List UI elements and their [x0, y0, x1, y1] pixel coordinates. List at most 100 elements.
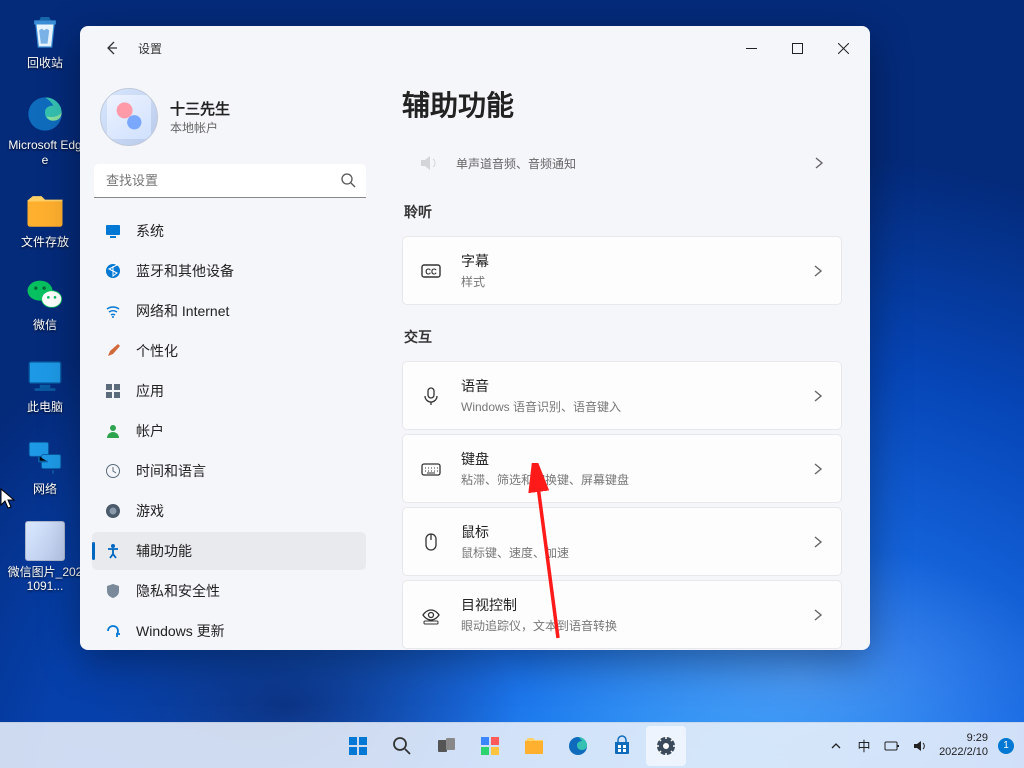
chevron-right-icon	[811, 264, 825, 278]
card-keyboard[interactable]: 键盘粘滞、筛选和切换键、屏幕键盘	[402, 434, 842, 503]
settings-taskbar-button[interactable]	[646, 726, 686, 766]
network-tray-icon[interactable]	[883, 737, 901, 755]
chevron-right-icon	[811, 462, 825, 476]
desktop-icon-label: 文件存放	[21, 235, 69, 249]
maximize-icon	[792, 43, 803, 54]
accessibility-icon	[104, 542, 122, 560]
chevron-right-icon	[811, 535, 825, 549]
ime-indicator[interactable]: 中	[855, 737, 873, 755]
card-sub: Windows 语音识别、语音键入	[461, 398, 793, 415]
desktop-icon-this-pc[interactable]: 此电脑	[0, 350, 90, 418]
network-icon	[23, 436, 67, 480]
desktop-icon-network[interactable]: 网络	[0, 432, 90, 500]
desktop-icon-label: 微信图片_2021091...	[6, 565, 84, 594]
card-speech[interactable]: 语音Windows 语音识别、语音键入	[402, 361, 842, 430]
store-button[interactable]	[602, 726, 642, 766]
apps-icon	[104, 382, 122, 400]
nav-item-bluetooth[interactable]: 蓝牙和其他设备	[92, 252, 366, 290]
settings-sidebar: 十三先生 本地帐户 系统 蓝牙和其他设备 网络和 Internet 个性化 应用…	[80, 70, 380, 650]
nav-item-privacy[interactable]: 隐私和安全性	[92, 572, 366, 610]
card-title: 键盘	[461, 449, 793, 469]
desktop-icon-label: 微信	[33, 318, 57, 332]
shield-icon	[104, 582, 122, 600]
card-title: 字幕	[461, 251, 793, 271]
taskbar-clock[interactable]: 9:29 2022/2/10	[939, 732, 988, 758]
nav-item-accounts[interactable]: 帐户	[92, 412, 366, 450]
edge-icon	[567, 735, 589, 757]
close-button[interactable]	[820, 32, 866, 64]
nav-label: 蓝牙和其他设备	[136, 261, 234, 281]
nav-item-network[interactable]: 网络和 Internet	[92, 292, 366, 330]
search-icon	[391, 735, 413, 757]
chevron-right-icon	[811, 389, 825, 403]
start-button[interactable]	[338, 726, 378, 766]
nav-label: 网络和 Internet	[136, 301, 229, 321]
eye-control-icon	[419, 603, 443, 627]
widgets-button[interactable]	[470, 726, 510, 766]
task-view-icon	[435, 735, 457, 757]
nav-label: 个性化	[136, 341, 178, 361]
image-file-icon	[23, 519, 67, 563]
svg-text:CC: CC	[425, 267, 437, 276]
desktop-icon-recycle-bin[interactable]: 回收站	[0, 6, 90, 74]
desktop-icon-label: 此电脑	[27, 400, 63, 414]
nav-label: 隐私和安全性	[136, 581, 220, 601]
window-titlebar: 设置	[80, 26, 870, 70]
nav-item-windows-update[interactable]: Windows 更新	[92, 612, 366, 650]
tray-chevron-up[interactable]	[827, 737, 845, 755]
nav-label: 辅助功能	[136, 541, 192, 561]
nav-item-accessibility[interactable]: 辅助功能	[92, 532, 366, 570]
maximize-button[interactable]	[774, 32, 820, 64]
nav-item-system[interactable]: 系统	[92, 212, 366, 250]
wechat-icon	[23, 272, 67, 316]
card-mouse[interactable]: 鼠标鼠标键、速度、加速	[402, 507, 842, 576]
file-explorer-button[interactable]	[514, 726, 554, 766]
widgets-icon	[479, 735, 501, 757]
chevron-right-icon	[812, 156, 826, 170]
card-sub: 鼠标键、速度、加速	[461, 544, 793, 561]
desktop-icon-image-file[interactable]: 微信图片_2021091...	[0, 515, 90, 598]
keyboard-icon	[419, 457, 443, 481]
edge-button[interactable]	[558, 726, 598, 766]
bluetooth-icon	[104, 262, 122, 280]
search-box	[94, 164, 366, 198]
card-title: 目视控制	[461, 595, 793, 615]
search-button[interactable]	[382, 726, 422, 766]
nav-label: 应用	[136, 381, 164, 401]
card-title: 鼠标	[461, 522, 793, 542]
close-icon	[838, 43, 849, 54]
settings-nav: 系统 蓝牙和其他设备 网络和 Internet 个性化 应用 帐户 时间和语言 …	[92, 212, 368, 650]
nav-item-time-language[interactable]: 时间和语言	[92, 452, 366, 490]
user-name: 十三先生	[170, 98, 230, 119]
settings-content: 辅助功能 单声道音频、音频通知 聆听 CC 字幕样式 交互 语音Windows …	[380, 70, 870, 650]
search-input[interactable]	[94, 164, 366, 198]
window-title: 设置	[138, 40, 162, 57]
notification-badge[interactable]: 1	[998, 738, 1014, 754]
chevron-right-icon	[811, 608, 825, 622]
card-captions[interactable]: CC 字幕样式	[402, 236, 842, 305]
store-icon	[611, 735, 633, 757]
folder-icon	[523, 735, 545, 757]
mouse-icon	[419, 530, 443, 554]
windows-logo-icon	[347, 735, 369, 757]
nav-item-apps[interactable]: 应用	[92, 372, 366, 410]
microphone-icon	[419, 384, 443, 408]
user-profile[interactable]: 十三先生 本地帐户	[92, 78, 368, 160]
partial-audio-row[interactable]: 单声道音频、音频通知	[402, 142, 842, 184]
task-view-button[interactable]	[426, 726, 466, 766]
desktop-icon-folder[interactable]: 文件存放	[0, 185, 90, 253]
volume-tray-icon[interactable]	[911, 737, 929, 755]
system-tray: 中 9:29 2022/2/10 1	[827, 732, 1024, 758]
desktop-icon-wechat[interactable]: 微信	[0, 268, 90, 336]
taskbar: 中 9:29 2022/2/10 1	[0, 722, 1024, 768]
gaming-icon	[104, 502, 122, 520]
minimize-button[interactable]	[728, 32, 774, 64]
settings-window: 设置 十三先生 本地帐户 系统 蓝牙和其他设备 网络和 Internet	[80, 26, 870, 650]
desktop-icon-label: 网络	[33, 482, 57, 496]
back-button[interactable]	[96, 32, 128, 64]
nav-item-personalization[interactable]: 个性化	[92, 332, 366, 370]
nav-item-gaming[interactable]: 游戏	[92, 492, 366, 530]
nav-label: 帐户	[136, 421, 164, 441]
desktop-icon-edge[interactable]: Microsoft Edge	[0, 88, 90, 171]
card-eye-control[interactable]: 目视控制眼动追踪仪，文本到语音转换	[402, 580, 842, 649]
